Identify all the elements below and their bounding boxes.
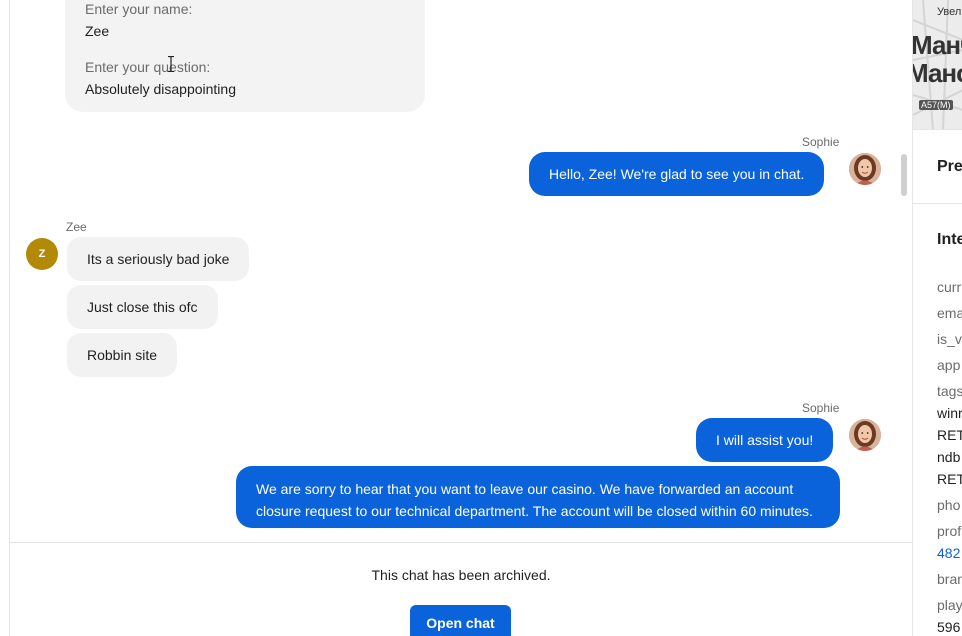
chat-app: Enter your name: Zee Enter your question…	[0, 0, 962, 636]
map-city-label: Манч	[913, 30, 962, 60]
field-key: prof	[937, 523, 962, 539]
prechat-form-card: Enter your name: Zee Enter your question…	[65, 0, 425, 112]
field-key: bran	[937, 571, 962, 587]
user-avatar: Z	[26, 238, 58, 270]
map-road-label: A57(M)	[919, 100, 953, 110]
field-key: curr	[937, 279, 962, 295]
visitor-info-sidebar: Увел Манч Манс A57(M) Pre Inte curr ema …	[912, 0, 962, 636]
agent-message: Hello, Zee! We're glad to see you in cha…	[529, 152, 825, 196]
tag-value: ndb	[937, 449, 961, 465]
section-title-pre[interactable]: Pre	[937, 158, 962, 176]
chat-panel: Enter your name: Zee Enter your question…	[10, 0, 912, 636]
chat-footer: This chat has been archived. Open chat	[10, 542, 912, 636]
map-city-label: Манс	[913, 58, 962, 88]
location-map[interactable]: Увел Манч Манс A57(M)	[913, 0, 962, 130]
question-label: Enter your question:	[85, 59, 211, 75]
message-list[interactable]: Enter your name: Zee Enter your question…	[10, 0, 912, 542]
field-key: ema	[937, 305, 962, 321]
user-message: Its a seriously bad joke	[67, 237, 250, 281]
agent-sender-name: Sophie	[802, 135, 840, 149]
profile-link[interactable]: 482	[937, 545, 960, 561]
section-title-integration[interactable]: Inte	[937, 231, 962, 249]
field-key: pho	[937, 497, 961, 513]
field-key: app	[937, 357, 961, 373]
agent-message: I will assist you!	[696, 418, 834, 462]
user-message: Robbin site	[67, 333, 178, 377]
archived-notice: This chat has been archived.	[371, 567, 551, 583]
user-message: Just close this ofc	[67, 285, 218, 329]
field-key: is_vi	[937, 331, 962, 347]
left-edge-panel	[0, 0, 10, 636]
tag-value: winr	[937, 405, 962, 421]
player-value: 596	[937, 619, 961, 635]
tag-value: RET	[937, 471, 962, 487]
map-zoom-label: Увел	[937, 6, 962, 18]
agent-sender-name: Sophie	[802, 401, 840, 415]
field-key: play	[937, 597, 962, 613]
section-divider	[913, 203, 962, 204]
agent-message: We are sorry to hear that you want to le…	[236, 466, 840, 528]
name-value: Zee	[85, 23, 110, 39]
field-key: tags	[937, 383, 962, 399]
agent-avatar	[849, 419, 881, 451]
question-value: Absolutely disappointing	[85, 81, 236, 97]
user-sender-name: Zee	[66, 220, 87, 234]
agent-avatar	[849, 153, 881, 185]
tag-value: RET	[937, 427, 962, 443]
message-scrollbar[interactable]	[901, 154, 907, 196]
name-label: Enter your name:	[85, 1, 193, 17]
text-cursor-icon	[168, 56, 174, 72]
open-chat-button[interactable]: Open chat	[410, 605, 511, 636]
